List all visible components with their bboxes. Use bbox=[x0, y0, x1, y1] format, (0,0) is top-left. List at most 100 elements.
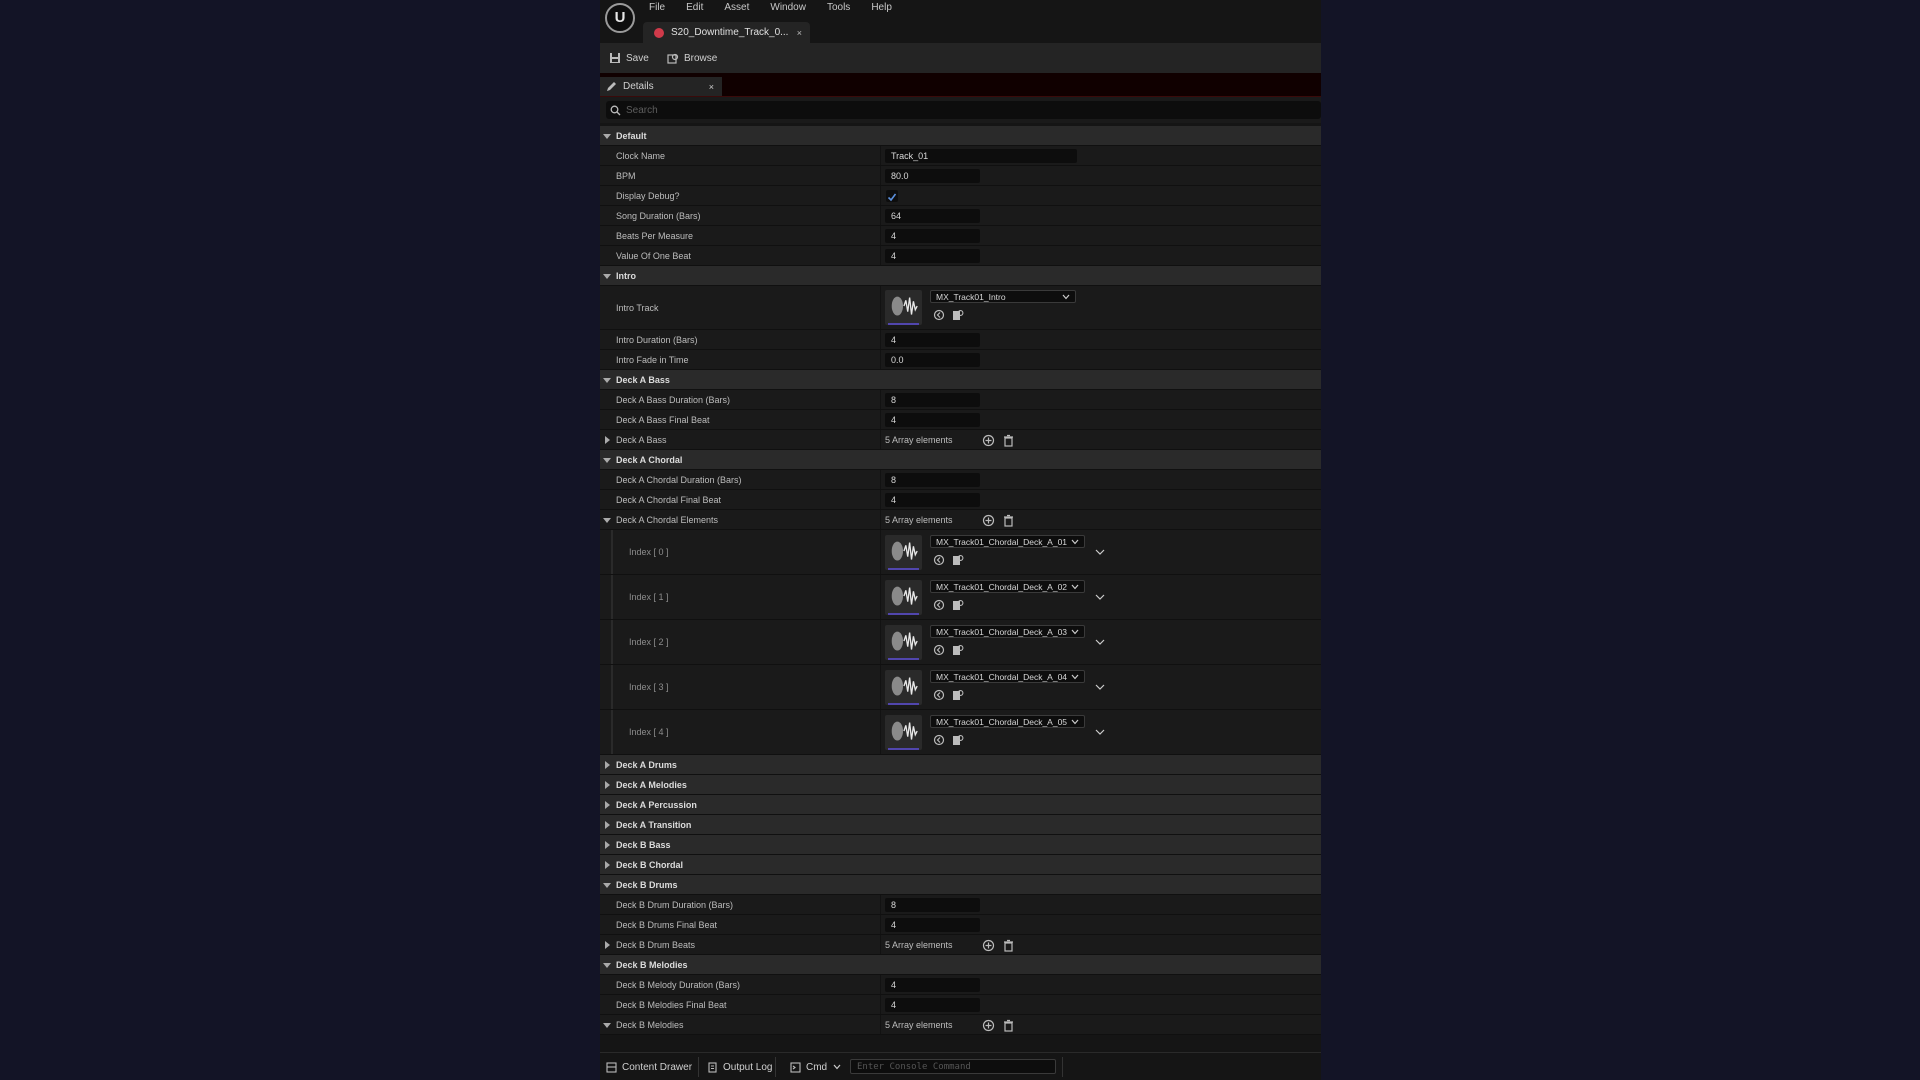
trash-icon[interactable] bbox=[1002, 434, 1015, 447]
value-of-one-beat-field[interactable]: 4 bbox=[885, 249, 980, 263]
trash-icon[interactable] bbox=[1002, 514, 1015, 527]
song-duration-field[interactable]: 64 bbox=[885, 209, 980, 223]
intro-fade-field[interactable]: 0.0 bbox=[885, 353, 980, 367]
close-icon[interactable]: × bbox=[709, 82, 714, 92]
property-intro-fade: Intro Fade in Time 0.0 bbox=[600, 350, 1321, 370]
trash-icon[interactable] bbox=[1002, 939, 1015, 952]
deck-a-bass-final-beat-field[interactable]: 4 bbox=[885, 413, 980, 427]
asset-dropdown[interactable]: MX_Track01_Chordal_Deck_A_03 bbox=[930, 625, 1085, 638]
use-selected-icon[interactable] bbox=[933, 553, 945, 566]
add-element-icon[interactable] bbox=[982, 514, 995, 527]
deck-a-bass-duration-field[interactable]: 8 bbox=[885, 393, 980, 407]
beats-per-measure-field[interactable]: 4 bbox=[885, 229, 980, 243]
property-intro-track: Intro Track MX_Track01_Intro bbox=[600, 286, 1321, 330]
menu-window[interactable]: Window bbox=[770, 2, 806, 13]
cmd-dropdown[interactable]: Cmd bbox=[790, 1053, 841, 1080]
menu-tools[interactable]: Tools bbox=[827, 2, 850, 13]
chevron-down-icon[interactable] bbox=[1095, 548, 1105, 556]
deck-b-drum-duration-field[interactable]: 8 bbox=[885, 898, 980, 912]
sound-wave-icon bbox=[891, 296, 918, 316]
unreal-logo-icon[interactable]: U bbox=[605, 3, 635, 33]
category-label: Deck A Transition bbox=[616, 820, 692, 830]
use-selected-icon[interactable] bbox=[933, 688, 945, 701]
category-deck-a-melodies[interactable]: Deck A Melodies bbox=[600, 775, 1321, 795]
console-command-input[interactable]: Enter Console Command bbox=[850, 1059, 1056, 1074]
chevron-down-icon[interactable] bbox=[1095, 728, 1105, 736]
deck-b-drums-final-beat-field[interactable]: 4 bbox=[885, 918, 980, 932]
category-deck-a-chordal[interactable]: Deck A Chordal bbox=[600, 450, 1321, 470]
property-display-debug: Display Debug? bbox=[600, 186, 1321, 206]
menu-asset[interactable]: Asset bbox=[724, 2, 749, 13]
chevron-down-icon bbox=[1071, 674, 1079, 680]
menu-file[interactable]: File bbox=[649, 2, 665, 13]
asset-dropdown[interactable]: MX_Track01_Chordal_Deck_A_05 bbox=[930, 715, 1085, 728]
add-element-icon[interactable] bbox=[982, 939, 995, 952]
browse-button[interactable]: Browse bbox=[667, 52, 717, 64]
chevron-down-icon[interactable] bbox=[1095, 638, 1105, 646]
content-drawer-button[interactable]: Content Drawer bbox=[606, 1053, 692, 1080]
category-label: Deck A Chordal bbox=[616, 455, 683, 465]
property-label: Deck B Drum Duration (Bars) bbox=[616, 900, 734, 910]
menu-edit[interactable]: Edit bbox=[686, 2, 703, 13]
browse-label: Browse bbox=[684, 52, 718, 64]
use-selected-icon[interactable] bbox=[933, 643, 945, 656]
browse-asset-icon[interactable] bbox=[952, 598, 964, 610]
details-tab[interactable]: Details × bbox=[600, 77, 722, 96]
category-deck-a-percussion[interactable]: Deck A Percussion bbox=[600, 795, 1321, 815]
bpm-field[interactable]: 80.0 bbox=[885, 169, 980, 183]
browse-asset-icon[interactable] bbox=[952, 688, 964, 700]
browse-asset-icon[interactable] bbox=[952, 553, 964, 565]
chevron-right-icon[interactable] bbox=[603, 941, 611, 949]
chevron-down-icon[interactable] bbox=[603, 1021, 611, 1029]
intro-track-dropdown[interactable]: MX_Track01_Intro bbox=[930, 290, 1076, 303]
category-intro[interactable]: Intro bbox=[600, 266, 1321, 286]
browse-asset-icon[interactable] bbox=[952, 733, 964, 745]
sound-wave-thumbnail[interactable] bbox=[885, 290, 922, 325]
chevron-right-icon[interactable] bbox=[603, 436, 611, 444]
category-deck-a-bass[interactable]: Deck A Bass bbox=[600, 370, 1321, 390]
sound-wave-thumbnail[interactable] bbox=[885, 625, 922, 660]
sound-wave-thumbnail[interactable] bbox=[885, 580, 922, 615]
asset-value: MX_Track01_Chordal_Deck_A_03 bbox=[936, 627, 1068, 637]
category-deck-b-chordal[interactable]: Deck B Chordal bbox=[600, 855, 1321, 875]
use-selected-icon[interactable] bbox=[933, 598, 945, 611]
use-selected-icon[interactable] bbox=[933, 733, 945, 746]
chevron-down-icon[interactable] bbox=[1095, 683, 1105, 691]
asset-dropdown[interactable]: MX_Track01_Chordal_Deck_A_01 bbox=[930, 535, 1085, 548]
sound-wave-thumbnail[interactable] bbox=[885, 670, 922, 705]
deck-a-chordal-duration-field[interactable]: 8 bbox=[885, 473, 980, 487]
category-deck-a-drums[interactable]: Deck A Drums bbox=[600, 755, 1321, 775]
category-deck-b-drums[interactable]: Deck B Drums bbox=[600, 875, 1321, 895]
category-label: Deck B Chordal bbox=[616, 860, 684, 870]
document-tab[interactable]: S20_Downtime_Track_0... × bbox=[643, 22, 810, 43]
asset-value: MX_Track01_Chordal_Deck_A_05 bbox=[936, 717, 1068, 727]
deck-a-chordal-final-beat-field[interactable]: 4 bbox=[885, 493, 980, 507]
category-deck-a-transition[interactable]: Deck A Transition bbox=[600, 815, 1321, 835]
deck-b-melody-duration-field[interactable]: 4 bbox=[885, 978, 980, 992]
trash-icon[interactable] bbox=[1002, 1019, 1015, 1032]
save-button[interactable]: Save bbox=[609, 52, 649, 64]
chevron-down-icon[interactable] bbox=[603, 516, 611, 524]
sound-wave-thumbnail[interactable] bbox=[885, 535, 922, 570]
chevron-down-icon[interactable] bbox=[1095, 593, 1105, 601]
category-deck-b-melodies[interactable]: Deck B Melodies bbox=[600, 955, 1321, 975]
clock-name-field[interactable]: Track_01 bbox=[885, 149, 1077, 163]
add-element-icon[interactable] bbox=[982, 1019, 995, 1032]
category-default[interactable]: Default bbox=[600, 126, 1321, 146]
browse-asset-icon[interactable] bbox=[952, 308, 964, 320]
search-input[interactable]: Search bbox=[606, 101, 1321, 119]
intro-duration-field[interactable]: 4 bbox=[885, 333, 980, 347]
use-selected-icon[interactable] bbox=[933, 308, 945, 321]
add-element-icon[interactable] bbox=[982, 434, 995, 447]
output-log-button[interactable]: Output Log bbox=[707, 1053, 772, 1080]
chevron-down-icon bbox=[603, 458, 611, 463]
category-deck-b-bass[interactable]: Deck B Bass bbox=[600, 835, 1321, 855]
asset-dropdown[interactable]: MX_Track01_Chordal_Deck_A_04 bbox=[930, 670, 1085, 683]
close-icon[interactable]: × bbox=[797, 28, 802, 38]
sound-wave-thumbnail[interactable] bbox=[885, 715, 922, 750]
display-debug-checkbox[interactable] bbox=[886, 190, 898, 202]
asset-dropdown[interactable]: MX_Track01_Chordal_Deck_A_02 bbox=[930, 580, 1085, 593]
deck-b-melodies-final-beat-field[interactable]: 4 bbox=[885, 998, 980, 1012]
browse-asset-icon[interactable] bbox=[952, 643, 964, 655]
menu-help[interactable]: Help bbox=[871, 2, 892, 13]
